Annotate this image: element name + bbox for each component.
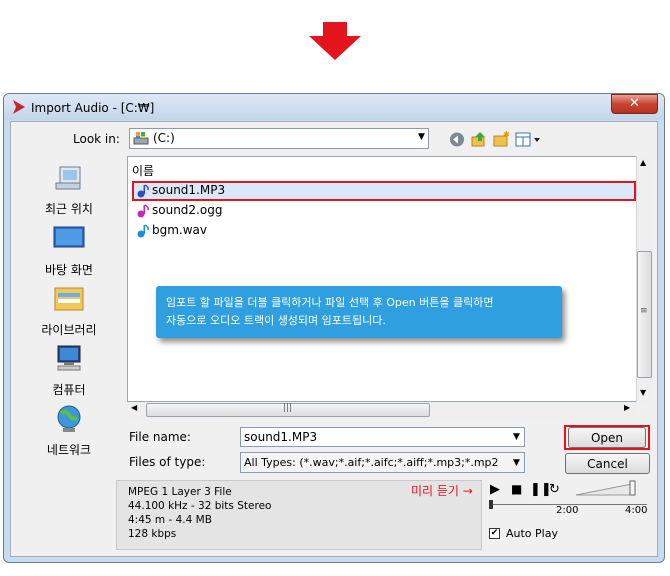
down-arrow-icon — [309, 22, 361, 60]
file-name-value: sound1.MP3 — [244, 430, 318, 444]
window-title: Import Audio - [C:₩] — [31, 101, 155, 115]
callout-line: 자동으로 오디오 트랙이 생성되며 임포트됩니다. — [166, 314, 386, 327]
drive-icon — [133, 132, 149, 145]
chevron-down-icon[interactable]: ▼ — [513, 458, 520, 468]
up-folder-icon[interactable] — [470, 131, 488, 148]
scroll-down-icon[interactable]: ▼ — [640, 388, 646, 397]
place-label: 라이브러리 — [41, 323, 97, 337]
column-header-name[interactable]: 이름 — [132, 162, 312, 180]
open-button[interactable]: Open — [568, 427, 646, 448]
volume-slider[interactable] — [574, 479, 648, 497]
look-in-label: Look in: — [73, 132, 120, 146]
file-name: sound2.ogg — [152, 203, 223, 217]
loop-icon[interactable]: ↻ — [549, 482, 560, 497]
desktop-icon — [53, 226, 85, 248]
info-sample-rate: 44.100 kHz - 32 bits Stereo — [128, 500, 272, 512]
place-label: 최근 위치 — [45, 202, 93, 216]
audio-file-icon — [137, 183, 149, 197]
scroll-right-icon[interactable]: ▶ — [624, 403, 630, 412]
file-item[interactable]: sound1.MP3 — [136, 183, 336, 201]
recent-places-icon — [55, 166, 81, 190]
place-recent[interactable]: 최근 위치 — [34, 163, 104, 217]
svg-text:✱: ✱ — [503, 131, 510, 139]
info-duration: 4:45 m - 4.4 MB — [128, 514, 212, 526]
file-name: bgm.wav — [152, 223, 208, 237]
callout-line: 임포트 할 파일을 더블 클릭하거나 파일 선택 후 Open 버튼을 클릭하면 — [166, 296, 494, 309]
place-network[interactable]: 네트워크 — [34, 404, 104, 458]
files-of-type-value: All Types: (*.wav;*.aif;*.aifc;*.aiff;*.… — [244, 456, 499, 469]
file-item[interactable]: bgm.wav — [136, 223, 336, 241]
place-label: 컴퓨터 — [52, 383, 86, 397]
play-icon[interactable]: ▶ — [490, 482, 500, 497]
files-of-type-label: Files of type: — [129, 455, 206, 469]
auto-play-checkbox[interactable]: ✔ — [489, 528, 500, 539]
back-icon[interactable] — [448, 131, 466, 148]
cancel-button[interactable]: Cancel — [565, 453, 650, 474]
instruction-callout: 임포트 할 파일을 더블 클릭하거나 파일 선택 후 Open 버튼을 클릭하면… — [156, 286, 562, 338]
chevron-down-icon[interactable]: ▼ — [513, 432, 520, 442]
file-name: sound1.MP3 — [152, 183, 226, 197]
network-globe-icon — [57, 405, 81, 432]
chevron-down-icon[interactable]: ▼ — [418, 132, 425, 142]
app-logo-icon — [13, 100, 25, 114]
grip-icon: ≡ — [640, 306, 648, 316]
place-label: 네트워크 — [46, 443, 92, 457]
playback-progress[interactable]: 2:00 4:00 — [489, 500, 647, 518]
file-item[interactable]: sound2.ogg — [136, 203, 336, 221]
place-computer[interactable]: 컴퓨터 — [34, 344, 104, 398]
scroll-left-icon[interactable]: ◀ — [131, 403, 137, 412]
libraries-icon — [54, 287, 84, 311]
close-button[interactable]: ✕ — [611, 94, 658, 114]
grip-icon: ||| — [283, 403, 293, 413]
time-mark-mid: 2:00 — [556, 505, 579, 516]
audio-file-icon — [137, 223, 149, 237]
info-bitrate: 128 kbps — [128, 528, 177, 540]
place-label: 바탕 화면 — [45, 263, 93, 277]
place-desktop[interactable]: 바탕 화면 — [34, 224, 104, 278]
audio-file-icon — [137, 203, 149, 217]
time-mark-end: 4:00 — [625, 505, 648, 516]
file-name-label: File name: — [129, 430, 191, 444]
preview-label: 미리 듣기 → — [411, 484, 473, 498]
view-menu-icon[interactable] — [514, 131, 544, 148]
info-format: MPEG 1 Layer 3 File — [128, 486, 232, 498]
stop-icon[interactable]: ■ — [511, 482, 522, 496]
place-libraries[interactable]: 라이브러리 — [34, 284, 104, 338]
auto-play-label: Auto Play — [506, 527, 558, 540]
scroll-up-icon[interactable]: ▲ — [640, 158, 646, 167]
look-in-value: (C:) — [153, 131, 175, 145]
computer-icon — [57, 345, 81, 371]
new-folder-icon[interactable]: ✱ — [492, 131, 510, 148]
